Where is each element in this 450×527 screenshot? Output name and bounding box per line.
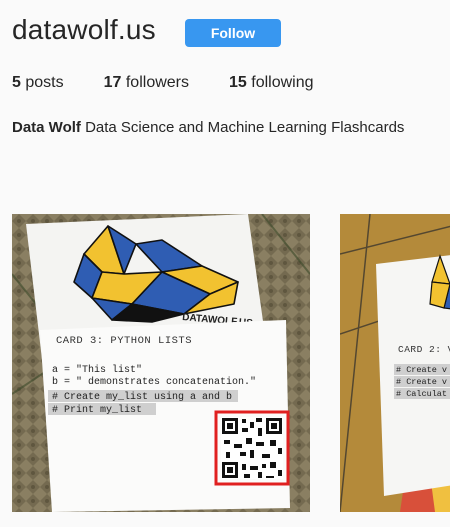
code-line-1: a = "This list" <box>52 364 142 376</box>
stat-followers[interactable]: 17 followers <box>104 74 189 92</box>
follow-button[interactable]: Follow <box>185 19 281 47</box>
qr-code-icon <box>214 410 290 486</box>
code-line-2: b = " demonstrates concatenation." <box>52 376 256 388</box>
stat-posts-label: posts <box>25 74 64 91</box>
post-thumbnail-2[interactable]: CARD 2: V # Create v # Create v # Calcul… <box>340 214 450 512</box>
card-title: CARD 3: PYTHON LISTS <box>56 335 192 347</box>
stat-following-label: following <box>251 74 314 91</box>
bio-text: Data Science and Machine Learning Flashc… <box>85 119 405 136</box>
stat-followers-count: 17 <box>103 74 122 91</box>
bio-name: Data Wolf <box>12 119 81 136</box>
stat-following-count: 15 <box>229 74 247 91</box>
stat-following[interactable]: 15 following <box>229 74 314 92</box>
stat-posts-count: 5 <box>12 74 21 91</box>
code-line-4: # Print my_list <box>52 404 142 416</box>
post-2-photo: CARD 2: V # Create v # Create v # Calcul… <box>340 214 450 512</box>
post-2-code-line-3: # Calculat <box>396 389 447 399</box>
post-2-code-line-1: # Create v <box>396 365 447 375</box>
post-2-code-line-2: # Create v <box>396 377 447 387</box>
post-2-card-title: CARD 2: V <box>398 344 450 355</box>
stat-followers-label: followers <box>125 74 189 91</box>
post-1-photo: DATAWOLF.US CARD 3: PYTHON LISTS a = "Th… <box>12 214 310 512</box>
profile-username: datawolf.us <box>12 14 156 45</box>
stat-posts[interactable]: 5 posts <box>12 74 64 92</box>
code-line-3: # Create my_list using a and b <box>52 391 232 403</box>
post-thumbnail-1[interactable]: DATAWOLF.US CARD 3: PYTHON LISTS a = "Th… <box>12 214 310 512</box>
profile-bio: Data Wolf Data Science and Machine Learn… <box>12 119 404 136</box>
profile-header: datawolf.us <box>12 14 156 46</box>
profile-stats: 5 posts 17 followers 15 following <box>12 74 354 92</box>
